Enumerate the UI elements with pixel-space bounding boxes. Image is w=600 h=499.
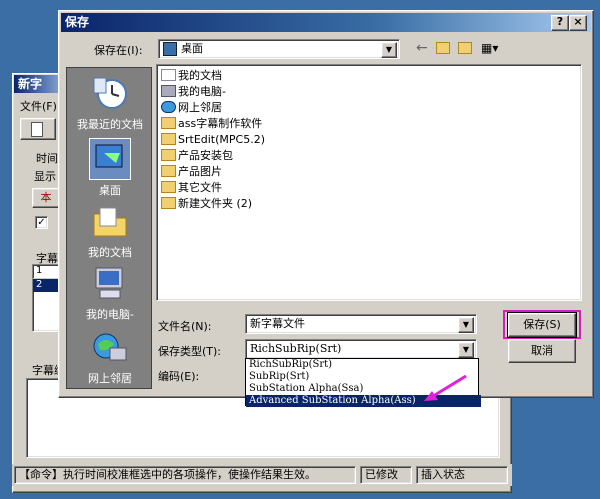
place-label: 桌面 (99, 184, 121, 197)
back-icon[interactable]: ← (416, 40, 432, 56)
bg-label-display: 显示 (34, 170, 56, 183)
dialog-title-bar: 保存 ? × (61, 13, 591, 32)
table-row-selected[interactable]: 2 (33, 279, 59, 292)
table-row[interactable]: 1 (33, 265, 59, 279)
cancel-button[interactable]: 取消 (508, 339, 576, 363)
chevron-down-icon[interactable]: ▼ (458, 317, 474, 333)
save-in-combo[interactable]: 桌面 ▼ (158, 39, 400, 59)
bg-local-button[interactable]: 本 (32, 188, 60, 208)
filetype-value: RichSubRip(Srt) (250, 342, 342, 355)
save-in-label: 保存在(I): (94, 44, 143, 57)
filename-value: 新字幕文件 (250, 317, 305, 330)
view-menu-icon[interactable]: ▦▾ (481, 41, 501, 55)
file-list[interactable]: 我的文档 我的电脑- 网上邻居 ass字幕制作软件 SrtEdit(MPC5.2… (156, 64, 582, 301)
recent-docs-icon (90, 74, 130, 114)
list-item[interactable]: 产品安装包 (161, 148, 233, 164)
chevron-down-icon[interactable]: ▼ (458, 342, 474, 358)
desktop-icon (89, 138, 131, 180)
status-command: 【命令】执行时间校准框选中的各项操作，使操作结果生效。 (14, 466, 356, 484)
bg-subtitle-table[interactable]: 1 2 (32, 264, 60, 332)
folder-icon (161, 165, 176, 177)
list-item[interactable]: 网上邻居 (161, 100, 222, 116)
place-label: 我的文档 (88, 246, 132, 259)
list-item[interactable]: 我的文档 (161, 68, 222, 84)
chevron-down-icon[interactable]: ▼ (381, 42, 397, 58)
computer-icon (161, 85, 176, 97)
status-bar: 【命令】执行时间校准框选中的各项操作，使操作结果生效。 已修改 插入状态 (12, 464, 512, 486)
place-my-documents[interactable]: 我的文档 (67, 202, 153, 260)
place-recent[interactable]: 我最近的文档 (67, 74, 153, 132)
help-button[interactable]: ? (551, 15, 569, 31)
status-insert: 插入状态 (416, 466, 508, 484)
filename-field[interactable]: 新字幕文件 ▼ (245, 314, 477, 334)
filetype-label: 保存类型(T): (158, 345, 222, 358)
place-my-computer[interactable]: 我的电脑- (67, 264, 153, 322)
folder-icon (161, 117, 176, 129)
status-modified: 已修改 (360, 466, 412, 484)
new-folder-icon[interactable] (458, 42, 472, 54)
encoding-label: 编码(E): (158, 370, 200, 383)
place-label: 我的电脑- (86, 308, 134, 321)
my-documents-icon (90, 202, 130, 242)
my-computer-icon (90, 264, 130, 304)
up-folder-icon[interactable] (436, 42, 450, 54)
folder-icon (161, 181, 176, 193)
network-icon (90, 328, 130, 368)
annotation-arrow-icon (424, 374, 467, 401)
folder-icon (161, 133, 176, 145)
place-desktop[interactable]: 桌面 (67, 138, 153, 198)
dialog-title: 保存 (65, 15, 90, 29)
place-network[interactable]: 网上邻居 (67, 328, 153, 386)
list-item[interactable]: 其它文件 (161, 180, 222, 196)
folder-icon (161, 149, 176, 161)
bg-toolbar[interactable] (20, 118, 56, 140)
documents-folder-icon (161, 69, 176, 81)
desktop-icon (163, 42, 177, 56)
places-bar: 我最近的文档 桌面 我的文档 我的电脑- 网上邻居 (66, 67, 152, 389)
list-item[interactable]: 新建文件夹 (2) (161, 196, 252, 212)
close-button[interactable]: × (569, 15, 587, 31)
bg-label-time: 时间 (36, 152, 58, 165)
filetype-select[interactable]: RichSubRip(Srt) ▼ (245, 339, 477, 359)
place-label: 我最近的文档 (77, 118, 143, 131)
list-item[interactable]: SrtEdit(MPC5.2) (161, 132, 265, 148)
place-label: 网上邻居 (88, 372, 132, 385)
new-document-icon (31, 122, 43, 137)
list-item[interactable]: ass字幕制作软件 (161, 116, 262, 132)
save-button[interactable]: 保存(S) (507, 312, 577, 338)
save-in-value: 桌面 (181, 42, 203, 55)
bg-menu-file[interactable]: 文件(F) (20, 98, 57, 114)
network-icon (161, 101, 176, 113)
list-item[interactable]: 产品图片 (161, 164, 222, 180)
list-item[interactable]: 我的电脑- (161, 84, 226, 100)
filename-label: 文件名(N): (158, 320, 212, 333)
folder-icon (161, 197, 176, 209)
bg-checkbox[interactable]: ✓ (35, 216, 48, 229)
